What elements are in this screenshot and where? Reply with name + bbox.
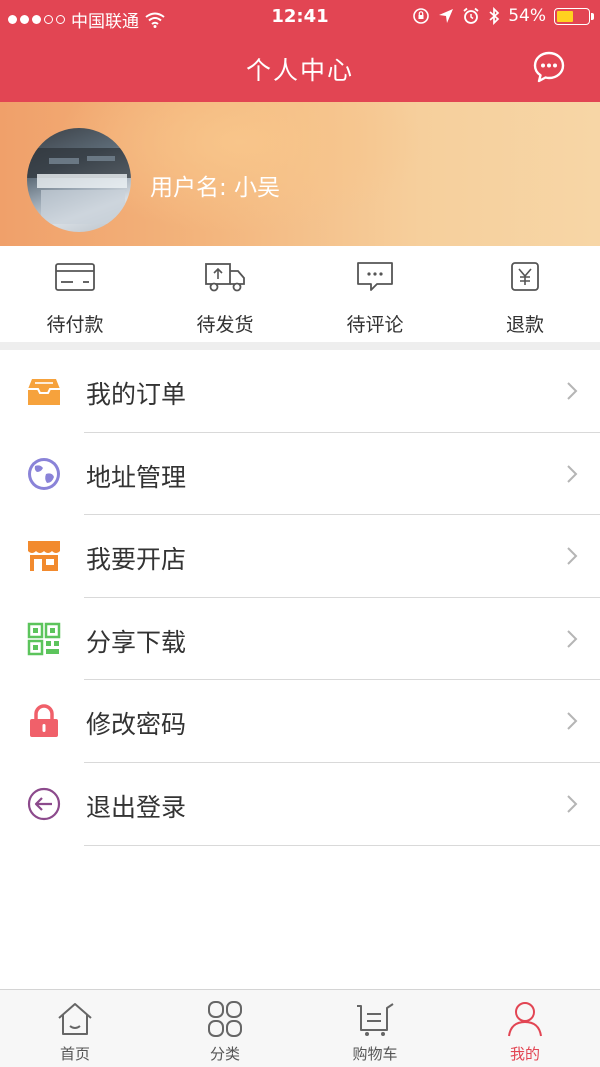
tab-label: 分类 [209,1045,240,1063]
comment-icon [357,262,393,291]
battery-fill [557,10,574,22]
nav-bar: 个人中心 [0,34,600,102]
location-arrow-icon [439,9,454,23]
inbox-icon [28,379,60,405]
tab-mine[interactable]: 我的 [450,990,600,1067]
menu-item-my-orders[interactable]: 我的订单 [0,350,600,433]
menu-item-label: 修改密码 [86,710,187,740]
menu-item-label: 退出登录 [86,792,187,822]
grid-icon [208,1001,242,1037]
chevron-right-icon [567,464,578,483]
menu-item-label: 我的订单 [86,380,187,409]
globe-icon [28,457,60,490]
qr-code-icon [27,622,61,656]
menu-item-logout[interactable]: 退出登录 [0,763,600,846]
menu-item-address[interactable]: 地址管理 [0,433,600,516]
home-icon [58,1003,92,1035]
user-icon [508,1002,542,1037]
username: 用户名: 小吴 [150,175,281,201]
chat-bubble-icon[interactable] [532,50,566,84]
bluetooth-icon [489,7,500,25]
tab-home[interactable]: 首页 [0,990,150,1067]
menu-item-share-download[interactable]: 分享下载 [0,598,600,681]
tab-label: 我的 [509,1045,540,1063]
tab-category[interactable]: 分类 [150,990,300,1067]
order-status-to-review[interactable]: 待评论 [300,246,450,342]
chevron-right-icon [567,630,578,648]
page-title: 个人中心 [245,56,354,85]
section-divider [0,342,600,350]
profile-banner [0,102,600,246]
menu-item-label: 我要开店 [86,545,187,575]
tab-label: 购物车 [352,1045,398,1063]
menu-item-label: 分享下载 [86,627,187,657]
yen-icon [511,262,539,291]
order-status-label: 待发货 [196,314,254,336]
order-status-row: 待付款 待发货 待评论 退款 [0,246,600,342]
order-status-refund[interactable]: 退款 [450,246,600,342]
order-status-label: 退款 [505,314,544,336]
orientation-lock-icon [413,8,430,24]
chevron-right-icon [567,712,578,731]
alarm-icon [463,7,479,24]
tab-cart[interactable]: 购物车 [300,990,450,1067]
chevron-right-icon [567,382,578,400]
chevron-right-icon [567,547,578,565]
order-status-label: 待评论 [346,314,404,336]
menu-item-change-password[interactable]: 修改密码 [0,680,600,763]
truck-icon [205,263,245,292]
logout-arrow-icon [27,787,61,821]
cart-icon [357,1003,394,1036]
card-icon [55,263,95,291]
status-bar: 中国联通 12:41 54% [0,0,600,34]
order-status-label: 待付款 [46,314,104,336]
tab-label: 首页 [59,1045,90,1063]
menu-list: 我的订单 地址管理 我要开店 分享下载 修改密码 退出登录 [0,350,600,846]
menu-item-open-store[interactable]: 我要开店 [0,515,600,598]
menu-item-label: 地址管理 [86,462,187,492]
lock-icon [30,704,58,738]
order-status-to-ship[interactable]: 待发货 [150,246,300,342]
store-icon [28,541,60,572]
avatar[interactable] [27,128,131,232]
battery-percent: 54% [508,6,546,26]
order-status-unpaid[interactable]: 待付款 [0,246,150,342]
battery-icon [554,7,594,25]
avatar-photo [27,148,131,224]
status-right: 54% [412,6,594,26]
tab-bar: 首页 分类 购物车 我的 [0,989,600,1067]
chevron-right-icon [567,795,578,813]
